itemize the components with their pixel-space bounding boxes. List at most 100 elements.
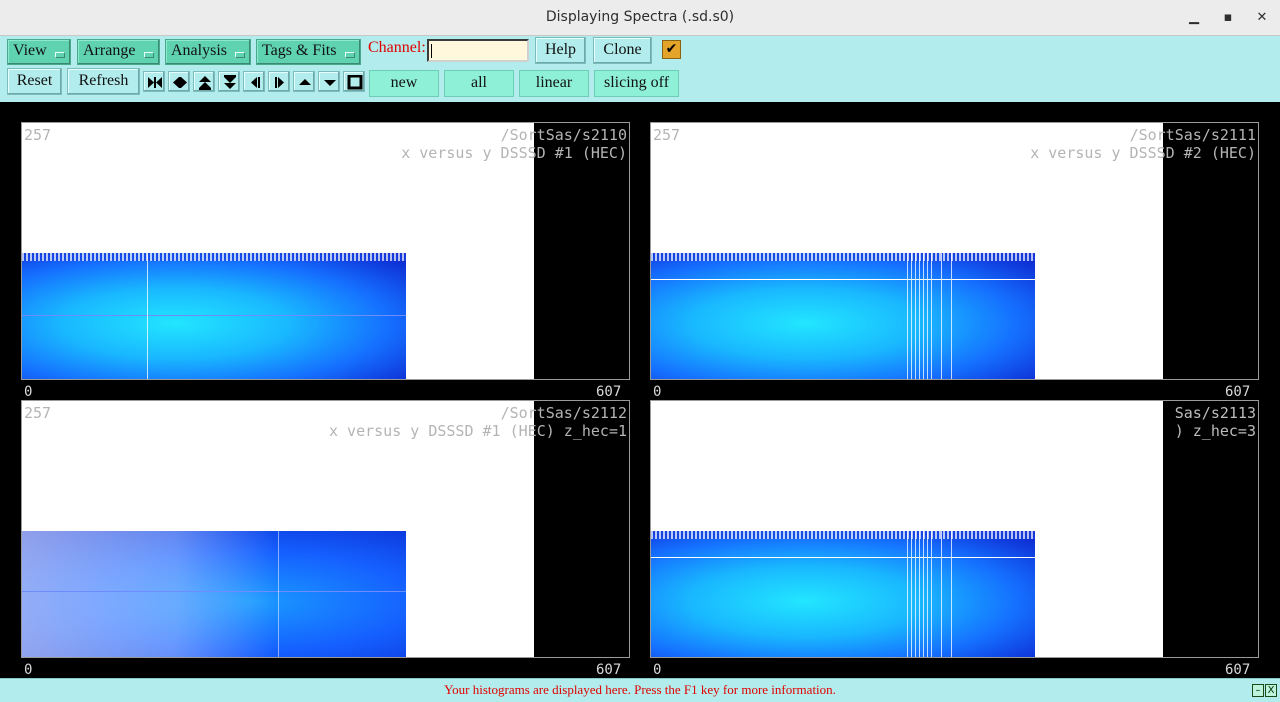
- down-icon[interactable]: [318, 71, 340, 92]
- x-min-label: 0: [24, 384, 33, 400]
- histogram-noise-edge: [651, 253, 1035, 261]
- histogram-line: [931, 253, 932, 379]
- spectrum-subtitle: x versus y DSSSD #2 (HEC): [1030, 144, 1256, 162]
- spectrum-plot[interactable]: 257 /SortSas/s2110 x versus y DSSSD #1 (…: [21, 122, 630, 380]
- histogram-noise-edge: [651, 531, 1035, 539]
- status-message: Your histograms are displayed here. Pres…: [444, 682, 836, 697]
- up-icon[interactable]: [293, 71, 315, 92]
- title-bar: Displaying Spectra (.sd.s0) ▁ ▪ ✕: [0, 0, 1280, 36]
- histogram-line: [951, 253, 952, 379]
- window-title: Displaying Spectra (.sd.s0): [545, 9, 735, 25]
- tags-fits-menu-label: Tags & Fits: [262, 42, 337, 59]
- y-max-label: 257: [24, 404, 52, 422]
- refresh-button[interactable]: Refresh: [67, 68, 140, 95]
- histogram-image: [22, 253, 406, 379]
- toolbar: View Arrange Analysis Tags & Fits Channe…: [0, 36, 1280, 102]
- spectrum-path: /SortSas/s2111: [1129, 126, 1256, 144]
- view-menu[interactable]: View: [7, 39, 71, 65]
- spectrum-panel-s2113[interactable]: Sas/s2113 ) z_hec=3: [649, 399, 1260, 659]
- analysis-menu-label: Analysis: [171, 42, 227, 59]
- y-max-label: 257: [24, 126, 52, 144]
- all-button[interactable]: all: [444, 70, 514, 97]
- x-max-label: 607: [596, 662, 622, 678]
- analysis-menu[interactable]: Analysis: [165, 39, 251, 65]
- histogram-line: [651, 279, 1035, 280]
- minimize-window-button[interactable]: ▁: [1184, 8, 1204, 28]
- histogram-line: [915, 531, 916, 657]
- histogram-line: [941, 531, 942, 657]
- histogram-line: [22, 591, 406, 592]
- x-min-label: 0: [653, 662, 662, 678]
- first-icon[interactable]: [143, 71, 165, 92]
- x-min-label: 0: [653, 384, 662, 400]
- histogram-image: [651, 531, 1035, 657]
- status-bar: Your histograms are displayed here. Pres…: [0, 678, 1280, 702]
- close-icon[interactable]: X: [1265, 684, 1277, 697]
- spectrum-subtitle: x versus y DSSSD #1 (HEC) z_hec=1: [328, 422, 627, 440]
- histogram-line: [951, 531, 952, 657]
- histogram-line: [911, 253, 912, 379]
- x-max-label: 607: [596, 384, 622, 400]
- tags-fits-menu[interactable]: Tags & Fits: [256, 39, 361, 65]
- x-max-label: 607: [1225, 384, 1251, 400]
- view-menu-label: View: [13, 42, 47, 59]
- dropdown-indicator-icon: [144, 52, 154, 58]
- reset-button[interactable]: Reset: [7, 68, 62, 95]
- dropdown-indicator-icon: [235, 52, 245, 58]
- clone-button[interactable]: Clone: [593, 37, 652, 64]
- histogram-line: [919, 253, 920, 379]
- maximize-window-button[interactable]: ▪: [1218, 8, 1238, 28]
- spectrum-panel-s2111[interactable]: 257 /SortSas/s2111 x versus y DSSSD #2 (…: [649, 121, 1260, 381]
- help-button[interactable]: Help: [535, 37, 586, 64]
- histogram-line: [923, 531, 924, 657]
- new-button[interactable]: new: [369, 70, 439, 97]
- histogram-line: [931, 531, 932, 657]
- stop-icon[interactable]: [343, 71, 365, 92]
- spectrum-subtitle: x versus y DSSSD #1 (HEC): [401, 144, 627, 162]
- histogram-line: [927, 531, 928, 657]
- prev-icon[interactable]: [243, 71, 265, 92]
- histogram-line: [651, 557, 1035, 558]
- histogram-noise-edge: [22, 253, 406, 261]
- slicing-button[interactable]: slicing off: [594, 70, 679, 97]
- x-max-label: 607: [1225, 662, 1251, 678]
- histogram-line: [147, 253, 148, 379]
- histogram-line: [915, 253, 916, 379]
- y-max-label: 257: [653, 126, 681, 144]
- spectrum-path: /SortSas/s2112: [500, 404, 627, 422]
- spectrum-plot[interactable]: 257 /SortSas/s2111 x versus y DSSSD #2 (…: [650, 122, 1259, 380]
- channel-input[interactable]: [427, 39, 529, 62]
- histogram-line: [919, 531, 920, 657]
- x-min-label: 0: [24, 662, 33, 678]
- spectrum-plot[interactable]: Sas/s2113 ) z_hec=3: [650, 400, 1259, 658]
- arrange-menu-label: Arrange: [83, 42, 136, 59]
- spectrum-path: /SortSas/s2110: [500, 126, 627, 144]
- histogram-line: [941, 253, 942, 379]
- arrange-menu[interactable]: Arrange: [77, 39, 160, 65]
- spectrum-panel-s2110[interactable]: 257 /SortSas/s2110 x versus y DSSSD #1 (…: [20, 121, 631, 381]
- checkbox-toggle[interactable]: ✔: [662, 40, 681, 59]
- histogram-line: [907, 253, 908, 379]
- expand-up-icon[interactable]: [193, 71, 215, 92]
- expand-down-icon[interactable]: [218, 71, 240, 92]
- histogram-line: [22, 315, 406, 316]
- spectrum-subtitle: ) z_hec=3: [1174, 422, 1256, 440]
- expand-horizontal-icon[interactable]: [168, 71, 190, 92]
- dropdown-indicator-icon: [55, 52, 65, 58]
- histogram-line: [278, 531, 279, 657]
- histogram-line: [927, 253, 928, 379]
- spectrum-path: Sas/s2113: [1174, 404, 1256, 422]
- histogram-line: [907, 531, 908, 657]
- histogram-image: [22, 531, 406, 657]
- histogram-image: [651, 253, 1035, 379]
- minimize-icon[interactable]: –: [1252, 684, 1264, 697]
- spectrum-plot[interactable]: 257 /SortSas/s2112 x versus y DSSSD #1 (…: [21, 400, 630, 658]
- histogram-line: [911, 531, 912, 657]
- next-icon[interactable]: [268, 71, 290, 92]
- spectrum-panel-s2112[interactable]: 257 /SortSas/s2112 x versus y DSSSD #1 (…: [20, 399, 631, 659]
- close-window-button[interactable]: ✕: [1252, 8, 1272, 28]
- linear-button[interactable]: linear: [519, 70, 589, 97]
- channel-label: Channel:: [368, 39, 426, 56]
- histogram-line: [923, 253, 924, 379]
- dropdown-indicator-icon: [345, 52, 355, 58]
